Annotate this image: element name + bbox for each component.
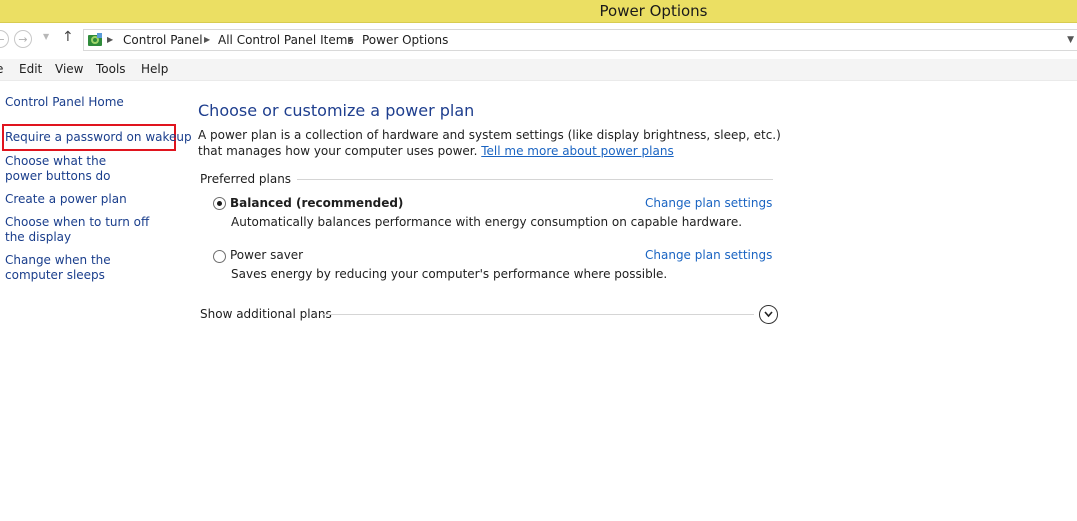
page-description: A power plan is a collection of hardware… xyxy=(198,127,798,159)
sidebar-item-create-plan[interactable]: Create a power plan xyxy=(5,192,127,207)
sidebar-item-power-buttons[interactable]: Choose what the power buttons do xyxy=(5,154,145,184)
recent-pages-icon[interactable]: ▼ xyxy=(43,32,49,41)
show-additional-plans-label[interactable]: Show additional plans xyxy=(200,307,332,321)
menu-tools[interactable]: Tools xyxy=(96,62,126,76)
menu-view[interactable]: View xyxy=(55,62,83,76)
show-additional-divider xyxy=(322,314,754,315)
group-divider xyxy=(284,179,773,180)
chevron-down-icon[interactable]: ▼ xyxy=(1067,35,1074,45)
sidebar-item-control-panel-home[interactable]: Control Panel Home xyxy=(5,95,124,110)
breadcrumb-control-panel[interactable]: Control Panel xyxy=(123,33,203,47)
menu-edit[interactable]: Edit xyxy=(19,62,42,76)
sidebar-item-require-password[interactable]: Require a password on wakeup xyxy=(5,130,192,145)
plan-desc-balanced: Automatically balances performance with … xyxy=(231,215,743,229)
control-panel-icon xyxy=(88,33,102,46)
breadcrumb-separator-icon[interactable]: ▶ xyxy=(204,35,210,44)
sidebar-item-computer-sleeps[interactable]: Change when the computer sleeps xyxy=(5,253,165,283)
forward-button[interactable]: → xyxy=(14,30,32,48)
group-label-preferred-plans: Preferred plans xyxy=(200,172,298,186)
address-bar[interactable]: ▶ Control Panel ▶ All Control Panel Item… xyxy=(83,29,1077,51)
breadcrumb-separator-icon[interactable]: ▶ xyxy=(107,35,113,44)
menu-bar: e Edit View Tools Help xyxy=(0,59,1077,81)
change-plan-settings-power-saver[interactable]: Change plan settings xyxy=(645,248,772,262)
back-button[interactable]: ← xyxy=(0,30,9,48)
up-button[interactable]: ↑ xyxy=(62,29,74,45)
menu-help[interactable]: Help xyxy=(141,62,168,76)
plan-name-power-saver[interactable]: Power saver xyxy=(230,248,303,262)
radio-power-saver[interactable] xyxy=(213,250,226,263)
menu-file[interactable]: e xyxy=(0,62,3,76)
learn-more-link[interactable]: Tell me more about power plans xyxy=(481,144,673,158)
plan-name-balanced[interactable]: Balanced (recommended) xyxy=(230,196,403,210)
breadcrumb-all-items[interactable]: All Control Panel Items xyxy=(218,33,354,47)
plan-desc-power-saver: Saves energy by reducing your computer's… xyxy=(231,267,668,281)
breadcrumb-separator-icon[interactable]: ▶ xyxy=(348,35,354,44)
radio-balanced[interactable] xyxy=(213,197,226,210)
change-plan-settings-balanced[interactable]: Change plan settings xyxy=(645,196,772,210)
page-title: Choose or customize a power plan xyxy=(198,101,475,120)
sidebar-item-turn-off-display[interactable]: Choose when to turn off the display xyxy=(5,215,165,245)
expand-chevron-icon[interactable] xyxy=(759,305,778,324)
window-title: Power Options xyxy=(599,2,708,20)
breadcrumb-power-options[interactable]: Power Options xyxy=(362,33,448,47)
title-bar: Power Options xyxy=(0,0,1077,23)
address-row: ← → ▼ ↑ ▶ Control Panel ▶ All Control Pa… xyxy=(0,23,1077,57)
